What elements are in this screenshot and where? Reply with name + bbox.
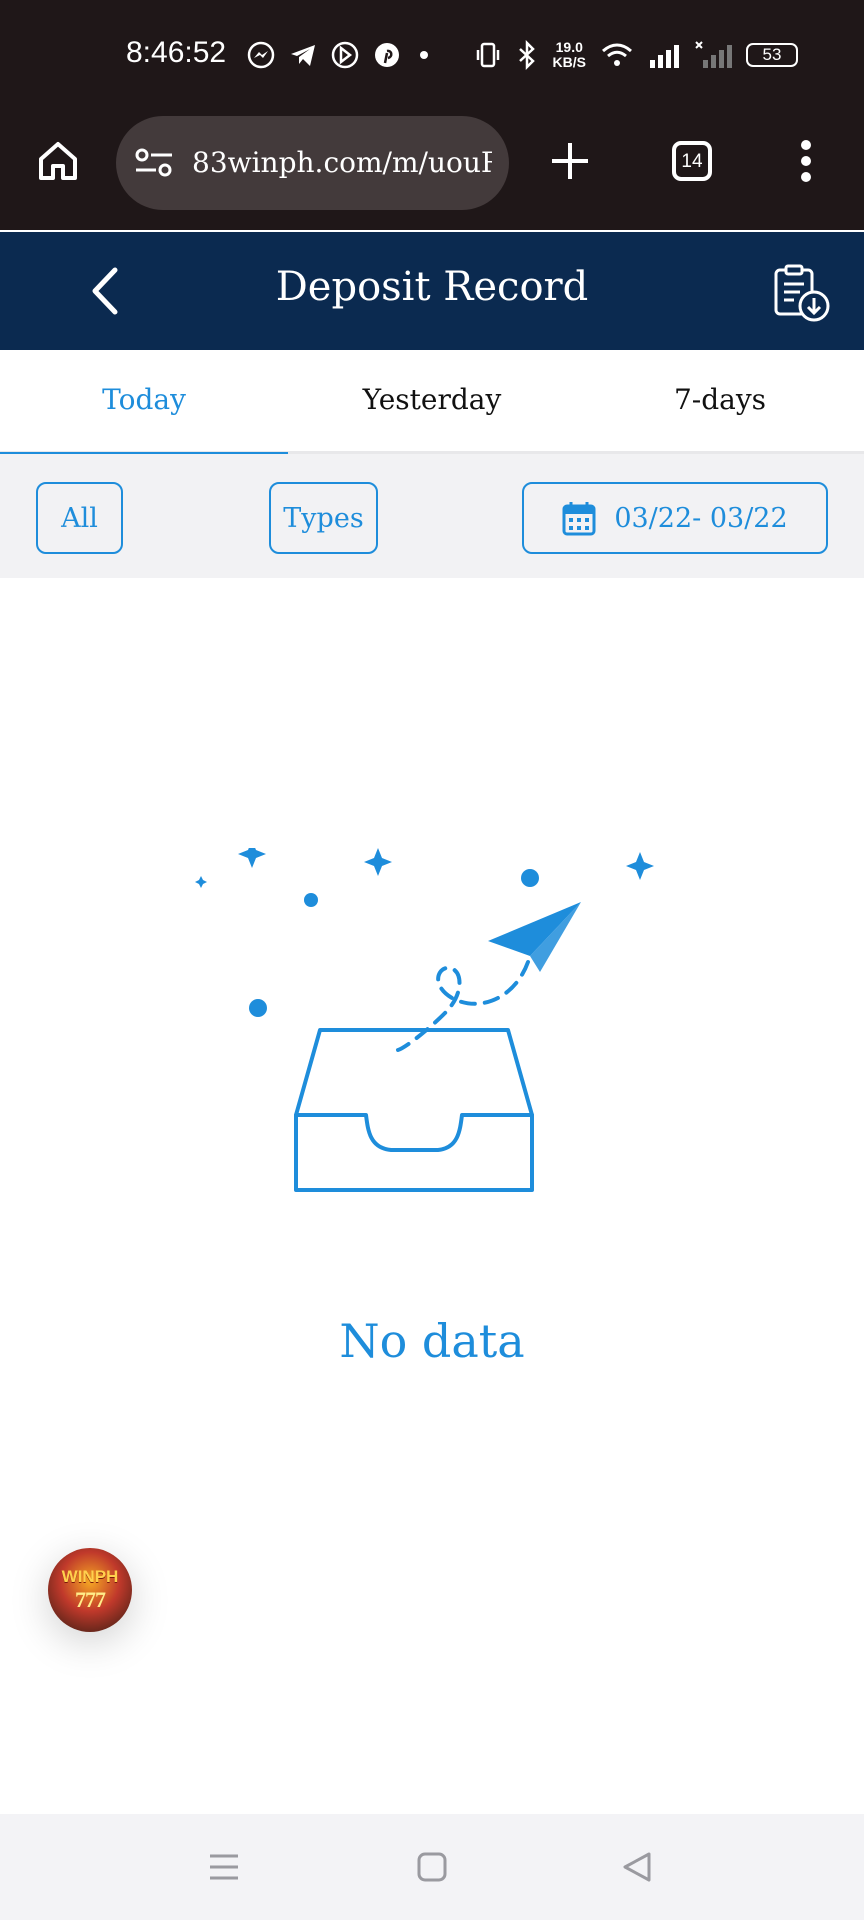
page-title: Deposit Record bbox=[275, 264, 589, 310]
signal-no-service-icon bbox=[695, 41, 732, 68]
logo-text-bottom: 777 bbox=[75, 1587, 106, 1612]
messenger-icon bbox=[247, 41, 275, 69]
logo-text-top: WINPH bbox=[61, 1567, 119, 1586]
tab-7-days[interactable]: 7-days bbox=[576, 350, 864, 454]
empty-state-message: No data bbox=[339, 1314, 525, 1368]
home-icon bbox=[39, 142, 77, 180]
bluetooth-icon bbox=[518, 40, 535, 70]
tab-today-label: Today bbox=[102, 383, 186, 416]
home-button[interactable] bbox=[26, 112, 90, 210]
home-nav-button[interactable] bbox=[407, 1842, 457, 1892]
network-speed: 19.0 KB/S bbox=[553, 40, 586, 70]
system-nav-bar bbox=[0, 1814, 864, 1920]
filter-bar: All Types 03/22- 03/22 bbox=[0, 454, 864, 578]
direction-icon bbox=[331, 41, 359, 69]
battery-indicator: 53 bbox=[746, 43, 798, 67]
app-header: Deposit Record bbox=[0, 232, 864, 350]
browser-toolbar: 83winph.com/m/uouRepo 14 bbox=[0, 112, 864, 230]
empty-inbox-paper-plane-icon bbox=[195, 848, 654, 1192]
tab-yesterday-label: Yesterday bbox=[362, 383, 502, 416]
more-vertical-icon bbox=[801, 140, 811, 182]
triangle-back-icon bbox=[623, 1852, 651, 1882]
pinterest-icon bbox=[375, 43, 399, 67]
recents-button[interactable] bbox=[199, 1842, 249, 1892]
types-filter-label: Types bbox=[283, 502, 364, 534]
tab-today[interactable]: Today bbox=[0, 350, 288, 457]
site-settings-icon bbox=[135, 148, 172, 177]
back-nav-button[interactable] bbox=[612, 1842, 662, 1892]
telegram-icon bbox=[291, 45, 315, 66]
tab-count: 14 bbox=[672, 141, 712, 181]
browser-menu-button[interactable] bbox=[784, 112, 828, 210]
calendar-icon bbox=[562, 502, 596, 536]
export-record-button[interactable] bbox=[770, 262, 832, 324]
all-filter-label: All bbox=[61, 502, 98, 534]
types-filter-button[interactable]: Types bbox=[269, 482, 378, 554]
notification-icons bbox=[246, 40, 434, 70]
tab-7-days-label: 7-days bbox=[673, 383, 767, 416]
menu-lines-icon bbox=[210, 1854, 238, 1880]
date-tabs: Today Yesterday 7-days bbox=[0, 350, 864, 457]
url-text: 83winph.com/m/uouRepo bbox=[192, 146, 492, 179]
tab-switcher-button[interactable]: 14 bbox=[660, 112, 724, 210]
address-bar[interactable]: 83winph.com/m/uouRepo bbox=[116, 116, 509, 210]
system-icons: 19.0 KB/S 53 bbox=[475, 40, 798, 70]
wifi-icon bbox=[602, 43, 632, 66]
clipboard-download-icon bbox=[774, 264, 830, 322]
dot-icon bbox=[420, 51, 428, 59]
network-speed-unit: KB/S bbox=[552, 54, 586, 70]
record-list: No data bbox=[0, 578, 864, 1814]
network-speed-value: 19.0 bbox=[555, 39, 583, 55]
tab-yesterday[interactable]: Yesterday bbox=[288, 350, 576, 454]
date-range-picker[interactable]: 03/22- 03/22 bbox=[522, 482, 828, 554]
plus-icon bbox=[552, 143, 588, 179]
vibrate-icon bbox=[476, 42, 499, 68]
floating-app-logo[interactable]: WINPH 777 bbox=[48, 1548, 132, 1632]
new-tab-button[interactable] bbox=[540, 112, 600, 210]
all-filter-button[interactable]: All bbox=[36, 482, 123, 554]
signal-icon bbox=[650, 45, 679, 68]
date-range-value: 03/22- 03/22 bbox=[614, 502, 788, 534]
status-bar: 8:46:52 19.0 KB/S 53 bbox=[0, 0, 864, 112]
status-time: 8:46:52 bbox=[126, 36, 227, 69]
square-icon bbox=[417, 1852, 447, 1882]
